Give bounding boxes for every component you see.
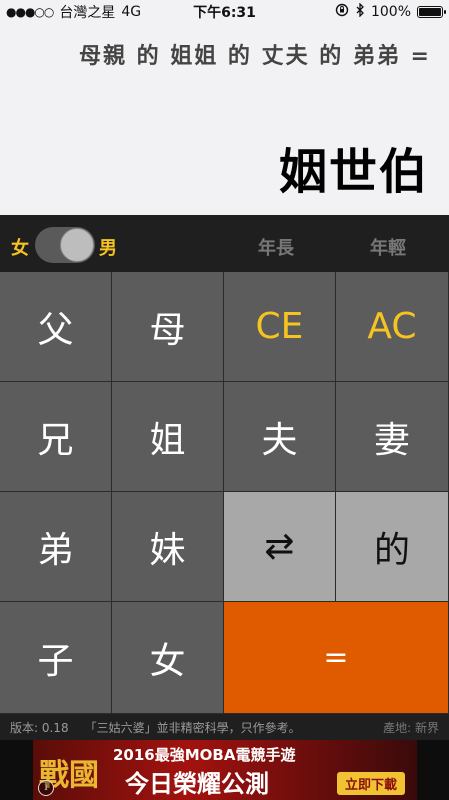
of-key[interactable]: 的 (336, 492, 449, 602)
ad-headline: 2016最強MOBA電競手遊 (113, 746, 296, 764)
disclaimer-text: 「三姑六婆」並非精密科學，只作參考。 (84, 720, 301, 735)
carrier-name: 台灣之星 (59, 5, 116, 21)
son-key[interactable]: 子 (0, 602, 112, 714)
gender-male-label: 男 (99, 238, 117, 259)
daughter-key[interactable]: 女 (112, 602, 224, 714)
ad-download-button[interactable]: 立即下載 (337, 772, 406, 795)
origin-text: 產地: 新界 (383, 720, 439, 735)
ad-creative[interactable]: 戰國 2016最強MOBA電競手遊 今日榮耀公測 立即下載 (33, 740, 417, 800)
options-bar: 女 男 年長 年輕 (0, 215, 449, 272)
status-bar: ●●●○○ 台灣之星 4G 下午6:31 100% (0, 0, 449, 24)
elder-sister-key[interactable]: 姐 (112, 382, 224, 492)
ad-banner[interactable]: 戰國 2016最強MOBA電競手遊 今日榮耀公測 立即下載 (0, 740, 449, 800)
wife-key[interactable]: 妻 (336, 382, 449, 492)
ad-info-icon[interactable]: i (38, 780, 54, 796)
younger-brother-key[interactable]: 弟 (0, 492, 112, 602)
result-text: 姻世伯 (278, 144, 429, 200)
battery-icon (417, 6, 446, 18)
gender-toggle[interactable] (35, 227, 95, 263)
calculator-display: 母親 的 姐姐 的 丈夫 的 弟弟 = 姻世伯 (0, 24, 449, 215)
ad-title: 今日榮耀公測 (125, 770, 269, 798)
husband-key[interactable]: 夫 (224, 382, 336, 492)
version-text: 版本: 0.18 (10, 720, 69, 735)
expression-text: 母親 的 姐姐 的 丈夫 的 弟弟 = (78, 44, 431, 69)
toggle-knob (60, 228, 94, 262)
swap-key[interactable]: ⇄ (224, 492, 336, 602)
lock-rotation-icon (335, 3, 349, 21)
younger-sister-key[interactable]: 妹 (112, 492, 224, 602)
mother-key[interactable]: 母 (112, 272, 224, 382)
clear-entry-key[interactable]: CE (224, 272, 336, 382)
bluetooth-icon (355, 2, 365, 21)
network-type: 4G (121, 4, 142, 20)
keypad: 父 母 CE AC 兄 姐 夫 妻 弟 妹 ⇄ 的 子 女 = (0, 272, 449, 714)
older-option[interactable]: 年長 (258, 234, 294, 260)
elder-brother-key[interactable]: 兄 (0, 382, 112, 492)
father-key[interactable]: 父 (0, 272, 112, 382)
younger-option[interactable]: 年輕 (370, 234, 406, 260)
footer-bar: 版本: 0.18 「三姑六婆」並非精密科學，只作參考。 產地: 新界 (0, 714, 449, 740)
signal-strength-icon: ●●●○○ (6, 5, 54, 19)
gender-female-label: 女 (11, 238, 29, 259)
all-clear-key[interactable]: AC (336, 272, 449, 382)
battery-percentage: 100% (370, 4, 411, 20)
equals-key[interactable]: = (224, 602, 449, 714)
